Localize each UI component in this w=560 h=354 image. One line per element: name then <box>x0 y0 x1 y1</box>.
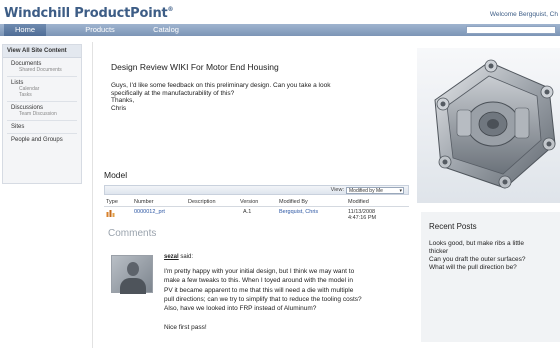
recent-post-line[interactable]: What will the pull direction be? <box>429 264 557 272</box>
column-header-description[interactable]: Description <box>188 199 216 205</box>
model-section-title: Model <box>104 170 128 180</box>
brand-logo: Windchill ProductPoint® <box>4 6 174 21</box>
comment-line: PV it became apparent to me that this wi… <box>164 286 354 294</box>
search-input[interactable] <box>466 26 556 34</box>
part-type-icon <box>106 209 115 219</box>
view-select[interactable]: Modified by Me ▾ <box>346 187 404 194</box>
part-number-link[interactable]: 0000012_prt <box>134 209 165 215</box>
comment-line: make a few tweaks to this. When I toyed … <box>164 277 353 285</box>
comment-line: pull directions; can we try to simplify … <box>164 295 362 303</box>
model-preview-image <box>417 48 560 203</box>
quick-launch: View All Site Content Documents Shared D… <box>2 44 82 184</box>
sidebar-item-shared-documents[interactable]: Shared Documents <box>3 67 81 73</box>
modified-time: 4:47:16 PM <box>348 215 377 221</box>
column-header-type[interactable]: Type <box>106 199 118 205</box>
model-toolbar: View: Modified by Me ▾ <box>104 185 409 195</box>
tab-products[interactable]: Products <box>80 24 120 36</box>
avatar-head <box>127 262 139 276</box>
wiki-line: Thanks, <box>111 97 135 104</box>
wiki-line: Chris <box>111 104 127 112</box>
column-header-number[interactable]: Number <box>134 199 154 205</box>
recent-post-line[interactable]: Looks good, but make ribs a little <box>429 240 557 248</box>
recent-posts-list: Looks good, but make ribs a little thick… <box>429 240 557 272</box>
sidebar-item-people-and-groups[interactable]: People and Groups <box>3 134 81 143</box>
recent-posts-panel <box>421 212 560 342</box>
sidebar-item-documents[interactable]: Documents <box>3 58 81 67</box>
recent-posts-title: Recent Posts <box>429 222 477 231</box>
sidebar-item-discussions[interactable]: Discussions <box>3 102 81 111</box>
comment-author-link[interactable]: sezal <box>164 254 179 260</box>
comment-line: I'm pretty happy with your initial desig… <box>164 268 355 275</box>
page-title: Design Review WIKI For Motor End Housing <box>111 62 279 72</box>
comment-line: Also, have we looked into FRP instead of… <box>164 305 317 313</box>
welcome-menu[interactable]: Welcome Bergquist, Ch <box>490 11 558 18</box>
part-version: A.1 <box>243 209 252 215</box>
wiki-line: Guys, I'd like some feedback on this pre… <box>111 82 331 89</box>
avatar <box>111 255 153 294</box>
sidebar-item-team-discussion[interactable]: Team Discussion <box>3 111 81 117</box>
wiki-line: specifically at the manufacturability of… <box>111 89 235 97</box>
sidebar-item-tasks[interactable]: Tasks <box>3 92 81 98</box>
modified-by-link[interactable]: Bergquist, Chris <box>279 209 318 215</box>
comments-title: Comments <box>108 228 157 239</box>
part-icon <box>106 210 115 217</box>
top-bar: Windchill ProductPoint® Welcome Bergquis… <box>0 0 560 24</box>
view-label: View: <box>330 187 344 193</box>
modified-timestamp: 11/13/2008 4:47:16 PM <box>348 209 376 221</box>
motor-housing-render <box>434 59 556 189</box>
sidebar-item-lists[interactable]: Lists <box>3 77 81 86</box>
comment-closing: Nice first pass! <box>164 324 207 331</box>
column-header-version[interactable]: Version <box>240 199 258 205</box>
divider <box>104 206 409 207</box>
sidebar-item-sites[interactable]: Sites <box>3 121 81 130</box>
view-select-value: Modified by Me <box>349 188 383 194</box>
tab-home[interactable]: Home <box>4 24 46 36</box>
avatar-body <box>120 278 146 294</box>
comment-said: said: <box>180 254 194 260</box>
wiki-body: Guys, I'd like some feedback on this pre… <box>111 82 401 112</box>
recent-post-line[interactable]: thicker <box>429 248 557 256</box>
recent-post-line[interactable]: Can you draft the outer surfaces? <box>429 256 557 264</box>
global-nav: Home Products Catalog <box>0 24 560 36</box>
comment-body: I'm pretty happy with your initial desig… <box>164 267 396 313</box>
comment-author: sezal said: <box>164 254 193 260</box>
column-header-modified-by[interactable]: Modified By <box>279 199 308 205</box>
tab-catalog[interactable]: Catalog <box>146 24 186 36</box>
view-all-site-content-link[interactable]: View All Site Content <box>3 45 81 58</box>
chevron-down-icon: ▾ <box>399 188 402 194</box>
column-header-modified[interactable]: Modified <box>348 199 369 205</box>
